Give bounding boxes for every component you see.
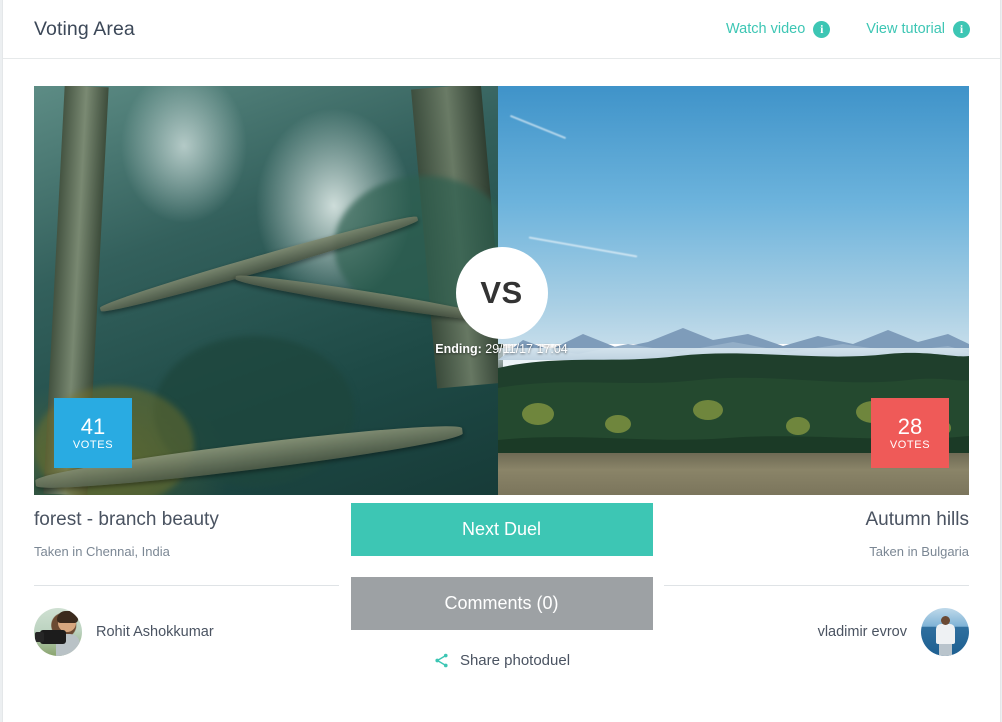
view-tutorial-label: View tutorial: [866, 21, 945, 37]
ending-value: 29/11/17 17:04: [485, 342, 568, 356]
avatar[interactable]: [34, 607, 82, 656]
duel-details: forest - branch beauty Taken in Chennai,…: [34, 495, 969, 705]
voting-area-card: Voting Area Watch video i View tutorial …: [2, 0, 1001, 722]
left-votes-label: VOTES: [72, 438, 114, 451]
avatar[interactable]: [921, 607, 969, 656]
right-photo-location: Taken in Bulgaria: [869, 543, 969, 559]
share-icon: [435, 653, 448, 668]
right-photo-details: Autumn hills Taken in Bulgaria vladimir …: [664, 509, 969, 656]
left-photo-title: forest - branch beauty: [34, 509, 219, 530]
page-title: Voting Area: [34, 17, 135, 40]
avatar-head: [941, 615, 950, 625]
right-votes-count: 28: [897, 414, 923, 440]
info-icon: i: [953, 20, 970, 38]
duel-images: 41 VOTES 28 VOTES VS Ending: 29/11/17 17…: [34, 86, 969, 495]
left-photo[interactable]: 41 VOTES: [34, 86, 503, 495]
avatar-legs: [939, 641, 952, 656]
divider: [664, 584, 969, 586]
comments-button[interactable]: Comments (0): [350, 577, 653, 630]
right-votes-badge: 28 VOTES: [871, 398, 949, 468]
watch-video-label: Watch video: [726, 21, 806, 37]
duel-actions: Next Duel Comments (0) Share photoduel: [350, 495, 653, 669]
avatar-body: [936, 623, 955, 644]
divider: [34, 584, 339, 586]
right-author[interactable]: vladimir evrov: [664, 607, 969, 656]
next-duel-button[interactable]: Next Duel: [350, 503, 653, 556]
share-photoduel-button[interactable]: Share photoduel: [433, 652, 570, 669]
right-votes-label: VOTES: [889, 438, 931, 451]
vs-badge: VS: [455, 247, 548, 339]
left-votes-badge: 41 VOTES: [54, 398, 132, 468]
left-votes-count: 41: [80, 414, 106, 440]
camera-icon: [35, 629, 66, 644]
ending-label: Ending:: [435, 342, 482, 356]
ending-time: Ending: 29/11/17 17:04: [435, 342, 567, 356]
left-photo-details: forest - branch beauty Taken in Chennai,…: [34, 509, 339, 656]
left-author[interactable]: Rohit Ashokkumar: [34, 607, 339, 656]
right-author-name: vladimir evrov: [817, 623, 907, 640]
sky-art: [498, 86, 969, 344]
left-photo-location: Taken in Chennai, India: [34, 543, 170, 559]
info-icon: i: [813, 20, 831, 38]
view-tutorial-link[interactable]: View tutorial i: [866, 20, 970, 38]
watch-video-link[interactable]: Watch video i: [726, 20, 831, 38]
left-author-name: Rohit Ashokkumar: [96, 623, 214, 640]
share-label: Share photoduel: [459, 652, 571, 669]
right-photo-title: Autumn hills: [865, 509, 970, 530]
header-links: Watch video i View tutorial i: [726, 20, 970, 38]
avatar-hair: [57, 610, 78, 623]
right-photo[interactable]: 28 VOTES: [498, 86, 969, 495]
page-header: Voting Area Watch video i View tutorial …: [3, 0, 1000, 59]
